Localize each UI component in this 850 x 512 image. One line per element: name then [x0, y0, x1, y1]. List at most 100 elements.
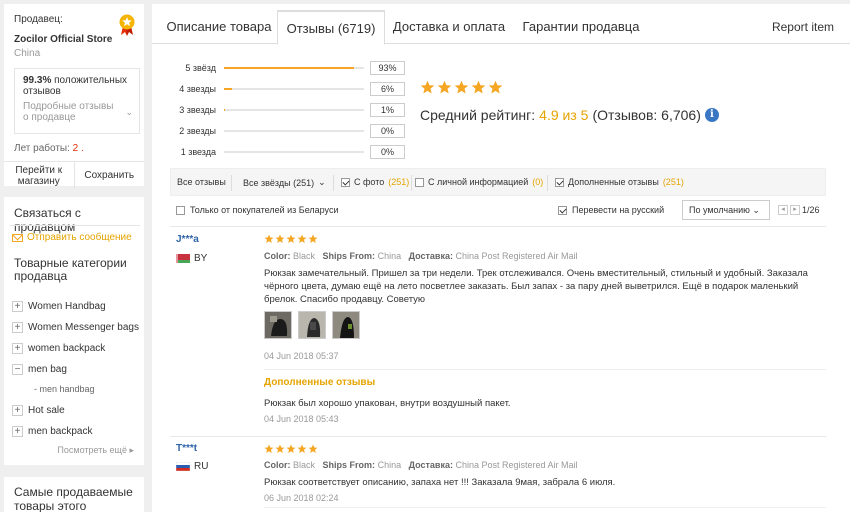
divider	[170, 436, 826, 437]
only-local-buyers[interactable]: Только от покупателей из Беларуси	[176, 205, 338, 215]
divider	[264, 369, 826, 370]
category-item[interactable]: + Women Messenger bags	[12, 322, 139, 333]
additional-review-date: 04 Jun 2018 05:43	[264, 414, 339, 424]
category-item[interactable]: + men backpack	[12, 426, 92, 437]
pager: ◂ ▸ 1/26	[778, 205, 820, 215]
review-meta: Color: Black Ships From: China Доставка:…	[264, 251, 578, 261]
reviewer-country: RU	[194, 461, 209, 472]
star-icon	[437, 80, 452, 94]
review-stars	[264, 234, 318, 244]
filter-all-stars[interactable]: Все звёзды (251) ⌄	[243, 177, 326, 188]
years-value: 2 .	[72, 143, 84, 154]
category-item[interactable]: + Women Handbag	[12, 301, 106, 312]
info-icon[interactable]: i	[704, 108, 719, 122]
expand-icon[interactable]: +	[12, 426, 23, 437]
checkbox[interactable]	[558, 205, 567, 215]
star-icon	[308, 234, 318, 243]
tab-guarantees[interactable]: Гарантии продавца	[520, 10, 642, 44]
report-item-link[interactable]: Report item	[772, 18, 834, 36]
category-item[interactable]: + Hot sale	[12, 405, 65, 416]
detailed-feedback-link[interactable]: Подробные отзывы о продавце ⌄	[23, 101, 133, 123]
rating-pct: 1%	[370, 103, 405, 117]
rating-pct: 0%	[370, 145, 405, 159]
positive-feedback: 99.3% положительных отзывов	[23, 75, 131, 97]
checkbox[interactable]	[341, 177, 350, 187]
review-photo[interactable]	[264, 311, 292, 339]
save-store-button[interactable]: Сохранить	[73, 162, 145, 189]
rating-row-2[interactable]: 2 звезды	[178, 124, 364, 138]
prev-page-button[interactable]: ◂	[778, 205, 788, 215]
bestsellers-title: Самые продаваемые товары этого продавца	[14, 485, 133, 512]
filter-bar: Все отзывы Все звёзды (251) ⌄ С фото (251)…	[170, 168, 826, 196]
photo-thumbnail-icon	[299, 312, 325, 338]
expand-icon[interactable]: +	[12, 322, 23, 333]
seller-actions: Перейти к магазину Сохранить	[4, 161, 144, 189]
flag-ru-icon	[176, 462, 190, 471]
filter-all-reviews[interactable]: Все отзывы	[177, 177, 226, 187]
rating-bar-fill	[224, 67, 355, 69]
rating-row-1[interactable]: 1 звезда	[178, 145, 364, 159]
rating-pct: 6%	[370, 82, 405, 96]
expand-icon[interactable]: +	[12, 405, 23, 416]
send-message-link[interactable]: Отправить сообщение	[12, 232, 132, 243]
star-icon	[488, 80, 503, 94]
translate-option[interactable]: Перевести на русский	[558, 205, 664, 215]
positive-pct: 99.3%	[23, 75, 52, 86]
seller-label: Продавец:	[14, 14, 63, 25]
tab-description[interactable]: Описание товара	[160, 10, 278, 44]
star-icon	[297, 444, 307, 453]
star-icon	[264, 444, 274, 453]
tab-shipping[interactable]: Доставка и оплата	[390, 10, 508, 44]
divider	[10, 225, 140, 226]
category-subitem[interactable]: - men handbag	[34, 384, 95, 394]
star-icon	[275, 444, 285, 453]
sidebar: Продавец: Zocilor Official Store China 9…	[0, 0, 148, 512]
star-icon	[308, 444, 318, 453]
divider	[170, 226, 826, 227]
checkbox[interactable]	[555, 177, 564, 187]
filter-additional[interactable]: Дополненные отзывы (251)	[555, 177, 684, 187]
see-more-link[interactable]: Посмотреть ещё ▸	[57, 445, 134, 456]
seller-name[interactable]: Zocilor Official Store	[14, 34, 112, 45]
medal-icon	[119, 14, 135, 36]
go-to-store-button[interactable]: Перейти к магазину	[4, 162, 74, 189]
review-date: 04 Jun 2018 05:37	[264, 351, 339, 361]
rating-row-5[interactable]: 5 звёзд	[178, 61, 364, 75]
collapse-icon[interactable]: −	[12, 364, 23, 375]
review-photo[interactable]	[332, 311, 360, 339]
review-date: 06 Jun 2018 02:24	[264, 493, 339, 503]
photo-thumbnail-icon	[265, 312, 291, 338]
star-icon	[286, 234, 296, 243]
seller-country: China	[14, 48, 41, 59]
star-icon	[286, 444, 296, 453]
review-meta: Color: Black Ships From: China Доставка:…	[264, 460, 578, 470]
category-item[interactable]: + women backpack	[12, 343, 105, 354]
contact-panel: Связаться с продавцом Отправить сообщени…	[4, 197, 144, 465]
divider	[264, 507, 826, 508]
rating-bar-fill	[224, 88, 233, 90]
checkbox[interactable]	[176, 205, 185, 215]
sort-select[interactable]: По умолчанию ⌄	[682, 200, 770, 220]
expand-icon[interactable]: +	[12, 301, 23, 312]
review-photo[interactable]	[298, 311, 326, 339]
caret-right-icon: ▸	[129, 445, 134, 455]
average-rating: Средний рейтинг: 4.9 из 5 (Отзывов: 6,70…	[420, 107, 719, 123]
expand-icon[interactable]: +	[12, 343, 23, 354]
checkbox[interactable]	[415, 177, 424, 187]
rating-row-4[interactable]: 4 звезды	[178, 82, 364, 96]
star-icon	[297, 234, 307, 243]
reviewer-name: J***a	[176, 234, 199, 245]
categories-title: Товарные категории продавца	[14, 256, 127, 283]
average-label: Средний рейтинг:	[420, 107, 536, 123]
filter-with-photo[interactable]: С фото (251)	[341, 177, 409, 187]
additional-review-text: Рюкзак был хорошо упакован, внутри возду…	[264, 398, 511, 409]
seller-panel: Продавец: Zocilor Official Store China 9…	[4, 4, 144, 189]
star-icon	[264, 234, 274, 243]
next-page-button[interactable]: ▸	[790, 205, 800, 215]
bestsellers-panel: Самые продаваемые товары этого продавца	[4, 477, 144, 512]
years-open: Лет работы: 2 .	[14, 143, 84, 154]
filter-personal-info[interactable]: С личной информацией (0)	[415, 177, 543, 187]
tab-reviews[interactable]: Отзывы (6719)	[277, 10, 385, 45]
category-item[interactable]: − men bag	[12, 364, 67, 375]
rating-row-3[interactable]: 3 звезды	[178, 103, 364, 117]
